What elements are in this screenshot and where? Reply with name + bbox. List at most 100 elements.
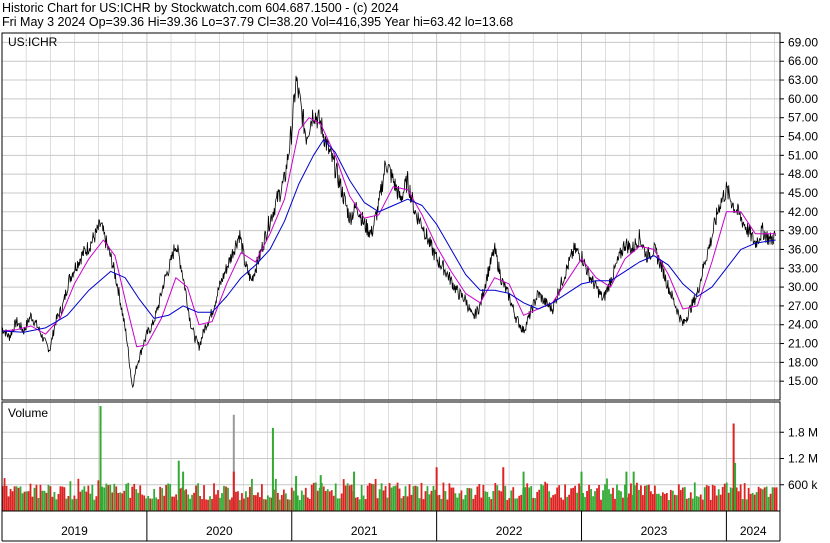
volume-bar [392,486,395,511]
volume-bar [47,484,50,511]
price-tick-label: 21.00 [788,337,818,351]
price-y-axis: 69.00 66.00 63.00 60.00 57.00 54.00 51.00 48.00… [780,35,818,388]
volume-bar [693,482,696,511]
volume-bar [578,483,580,511]
volume-bar [588,484,590,511]
volume-bar [572,487,574,511]
volume-bar [280,495,283,511]
volume-bar [498,490,501,511]
volume-bar [378,489,381,511]
volume-bar [35,484,38,511]
volume-bar [444,491,447,511]
volume-bar [185,489,187,511]
volume-bar [424,491,427,511]
price-tick-label: 51.00 [788,148,818,162]
volume-bar [33,487,36,511]
volume-bar [717,489,720,511]
volume-bar [81,489,84,511]
volume-bar [628,493,630,511]
volume-bar [512,487,515,511]
volume-bar [530,486,533,511]
volume-bar [51,496,54,511]
volume-bar [21,493,24,511]
volume-bar [755,492,758,511]
volume-bar [89,493,92,511]
volume-bar [61,486,64,511]
year-label: 2024 [740,524,767,538]
volume-bar [606,478,608,511]
volume-bar [671,490,674,511]
volume-spike-bar [734,462,737,511]
volume-bar [286,499,289,511]
volume-bar [3,478,6,511]
volume-bar [616,484,618,511]
volume-bar [482,484,485,511]
volume-bar [630,483,632,511]
volume-bar [466,487,469,511]
volume-bar [376,498,379,511]
volume-bar [556,487,559,511]
volume-bar [673,494,676,511]
volume-bar [460,490,463,511]
x-axis: 2019 2020 2021 2022 2023 2024 [1,511,781,542]
volume-bar [462,499,465,511]
volume-bar [73,495,76,511]
volume-spike-bar [353,471,356,511]
volume-panel: Volume 1.8 M 1.2 M 600 k [1,401,818,512]
volume-bar [508,498,511,511]
volume-bar [384,486,387,511]
volume-spike-bar [580,471,583,511]
volume-bar [683,487,686,511]
volume-bar [655,493,658,511]
volume-bar [663,493,666,511]
volume-bar [298,500,301,511]
volume-spike-bar [232,471,235,511]
volume-bar [25,491,28,511]
volume-bar [260,484,263,511]
volume-bar [550,497,553,511]
volume-spike-bar [625,471,628,511]
volume-bar [679,490,682,511]
price-tick-label: 15.00 [788,374,818,388]
volume-bar [398,488,401,511]
volume-bar [638,489,640,511]
volume-bar [133,483,136,511]
volume-bar [747,487,750,511]
volume-bar [239,499,241,511]
volume-bar [642,495,644,511]
volume-bar [665,493,668,511]
volume-bar [197,483,199,511]
volume-bar [292,490,295,511]
volume-bar [612,487,614,511]
price-tick-label: 33.00 [788,261,818,275]
price-panel-frame [1,32,781,401]
volume-bar [245,491,247,511]
volume-bar [159,486,162,511]
volume-tick-label: 1.8 M [788,425,818,439]
volume-bar [386,497,389,511]
volume-bar [117,492,120,511]
volume-bar [737,491,740,511]
volume-bar [338,498,341,511]
volume-bar [546,483,549,511]
volume-bar [284,493,287,511]
volume-bar [262,499,265,511]
volume-bar [125,483,128,511]
volume-bar [410,494,413,511]
volume-bar [592,496,594,511]
volume-bar [107,485,110,511]
volume-bar [767,496,770,511]
volume-bar [83,486,86,511]
volume-bar [396,482,399,511]
volume-bar [640,485,642,511]
volume-bar [165,484,168,511]
volume-bar [446,499,449,511]
volume-bar [195,485,197,511]
price-tick-label: 60.00 [788,92,818,106]
volume-bar [516,498,519,511]
volume-bar [290,487,293,511]
volume-bar [255,495,257,511]
volume-bar [332,495,335,511]
volume-bar [53,491,56,511]
volume-bar [448,483,451,511]
